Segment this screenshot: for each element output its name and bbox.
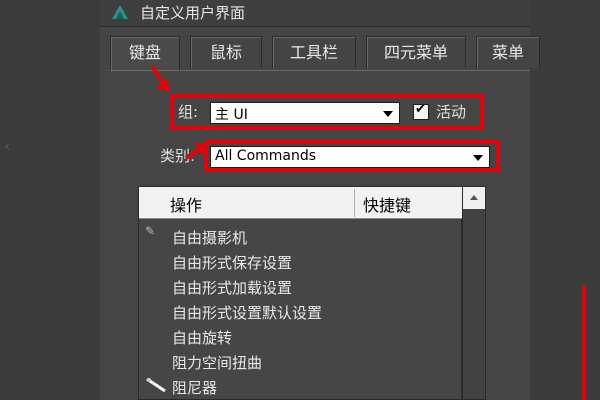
annotation-arrow-category <box>184 142 208 160</box>
chevron-left-icon: ‹ <box>4 136 11 155</box>
customize-ui-window: 自定义用户界面 键盘 鼠标 工具栏 四元菜单 菜单 组: 主 UI ✔ 活动 类… <box>100 0 586 400</box>
list-item[interactable]: 阻尼器 <box>172 377 217 398</box>
list-item[interactable]: 阻力空间扭曲 <box>172 352 262 373</box>
list-item[interactable]: 自由摄影机 <box>172 227 247 248</box>
list-item[interactable]: 自由形式保存设置 <box>172 252 292 273</box>
titlebar: 自定义用户界面 <box>100 0 530 27</box>
column-shortcut[interactable]: 快捷键 <box>363 192 411 216</box>
background-right <box>530 0 600 400</box>
annotation-box-group <box>170 94 484 130</box>
tab-mouse[interactable]: 鼠标 <box>190 36 262 68</box>
tab-toolbars[interactable]: 工具栏 <box>272 36 356 68</box>
action-list[interactable]: 操作 快捷键 ✎ 自由摄影机 自由形式保存设置 自由形式加载设置 自由形式设置默… <box>138 186 463 400</box>
screenshot-stage: ‹ 自定义用户界面 键盘 鼠标 工具栏 四元菜单 菜单 组: 主 UI ✔ 活动… <box>0 0 600 400</box>
column-action[interactable]: 操作 <box>170 192 202 216</box>
annotation-line <box>582 285 586 400</box>
window-title: 自定义用户界面 <box>140 4 246 22</box>
list-scrollbar[interactable] <box>462 186 486 400</box>
list-item[interactable]: 自由形式设置默认设置 <box>172 302 322 323</box>
chevron-up-icon <box>470 195 478 200</box>
scroll-up-button[interactable] <box>463 187 485 209</box>
list-item[interactable]: 自由形式加载设置 <box>172 277 292 298</box>
damper-icon <box>146 377 166 393</box>
annotation-box-category <box>204 140 500 172</box>
tab-quad-menus[interactable]: 四元菜单 <box>366 36 466 68</box>
background-left <box>0 0 100 400</box>
camera-icon: ✎ <box>145 224 156 238</box>
list-header: 操作 快捷键 <box>139 187 463 219</box>
column-separator <box>354 189 355 217</box>
tab-menus[interactable]: 菜单 <box>476 36 540 68</box>
annotation-arrow-tab <box>150 64 170 92</box>
app-icon <box>112 5 128 19</box>
list-item[interactable]: 自由旋转 <box>172 327 232 348</box>
